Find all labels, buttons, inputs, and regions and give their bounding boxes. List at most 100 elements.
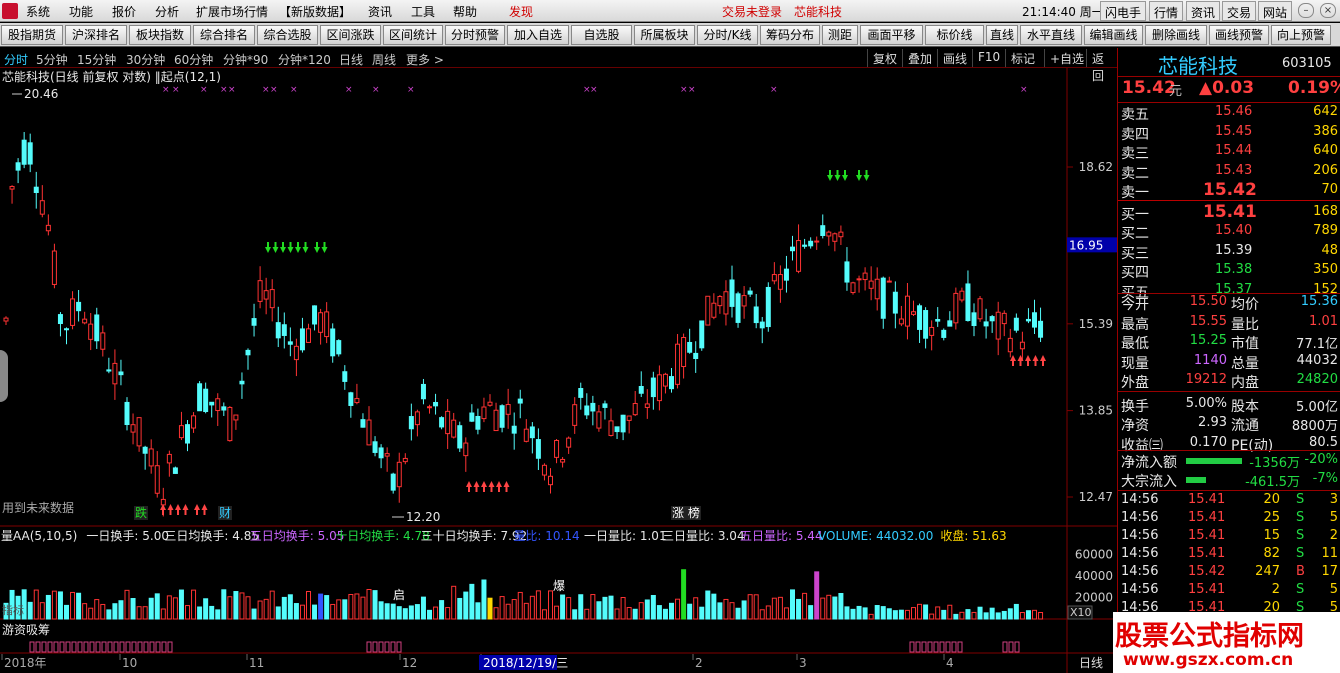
volume-bar xyxy=(1019,612,1025,620)
accumulation-bar xyxy=(101,641,107,653)
period-tab[interactable]: 分钟*90 xyxy=(223,51,268,68)
volume-bar xyxy=(892,610,898,620)
menu-news[interactable]: 资讯 xyxy=(368,3,392,20)
toolbar-button[interactable]: 区间统计 xyxy=(383,25,443,45)
minimize-icon[interactable]: – xyxy=(1298,3,1314,18)
login-status[interactable]: 交易未登录 xyxy=(722,3,782,20)
vol-indicator-label: 五日均换手: 5.05 xyxy=(250,529,345,543)
volume-bar xyxy=(360,596,366,620)
date-axis-label: 3 xyxy=(799,656,807,670)
volume-bar xyxy=(136,606,142,620)
candle-body xyxy=(632,403,638,416)
menu-function[interactable]: 功能 xyxy=(69,3,93,20)
menu-help[interactable]: 帮助 xyxy=(453,3,477,20)
volume-bar xyxy=(251,608,257,620)
toolbar-button[interactable]: 板块指数 xyxy=(129,25,191,45)
menu-new-data[interactable]: 【新版数据】 xyxy=(279,3,351,20)
period-tab[interactable]: 15分钟 xyxy=(77,51,116,68)
candle-body xyxy=(650,377,656,398)
toolbar-button[interactable]: 标价线 xyxy=(925,25,984,45)
trade-button[interactable]: 交易 xyxy=(1222,1,1257,21)
period-tab-active[interactable]: 分时 xyxy=(4,51,28,68)
candle-body xyxy=(336,340,342,355)
volume-bar xyxy=(886,608,892,620)
vol-tick-label: 60000 xyxy=(1075,548,1113,562)
website-button[interactable]: 网站 xyxy=(1258,1,1293,21)
period-tab[interactable]: 60分钟 xyxy=(174,51,213,68)
chart-tool-button[interactable]: +自选 xyxy=(1044,49,1089,67)
collapse-left-arrow-icon[interactable] xyxy=(0,350,8,402)
chart-tool-button[interactable]: 画线 xyxy=(937,49,972,67)
toolbar-button[interactable]: 画面平移 xyxy=(860,25,923,45)
menu-analysis[interactable]: 分析 xyxy=(155,3,179,20)
market-button[interactable]: 行情 xyxy=(1149,1,1184,21)
toolbar-button[interactable]: 所属板块 xyxy=(634,25,695,45)
toolbar-button[interactable]: 向上预警 xyxy=(1271,25,1331,45)
period-tab[interactable]: 分钟*120 xyxy=(278,51,331,68)
menu-tools[interactable]: 工具 xyxy=(411,3,435,20)
period-tab[interactable]: 更多 > xyxy=(406,51,444,68)
menu-quote[interactable]: 报价 xyxy=(112,3,136,20)
candle-body xyxy=(687,341,693,353)
volume-bar xyxy=(197,606,203,620)
period-tab[interactable]: 日线 xyxy=(339,51,363,68)
menu-system[interactable]: 系统 xyxy=(26,3,50,20)
stat-label: 最低 xyxy=(1121,336,1149,352)
toolbar-button[interactable]: 自选股 xyxy=(571,25,632,45)
toolbar-button[interactable]: 分时/K线 xyxy=(697,25,758,45)
toolbar-button[interactable]: 区间涨跌 xyxy=(320,25,381,45)
accumulation-bar xyxy=(113,641,119,653)
toolbar-button[interactable]: 综合排名 xyxy=(193,25,255,45)
candle-body xyxy=(977,298,983,320)
toolbar-button[interactable]: 沪深排名 xyxy=(65,25,127,45)
toolbar-button[interactable]: 画线预警 xyxy=(1209,25,1269,45)
flow-pct: -7% xyxy=(1312,471,1338,486)
arrow-stem xyxy=(162,510,164,515)
volume-bar xyxy=(166,595,172,620)
tick-count: 2 xyxy=(1329,528,1338,543)
toolbar-button[interactable]: 水平直线 xyxy=(1020,25,1082,45)
signal-x-mark: × xyxy=(270,85,278,95)
volume-bar xyxy=(856,605,862,620)
candle-body xyxy=(1038,320,1044,338)
toolbar-button[interactable]: 编辑画线 xyxy=(1084,25,1143,45)
stat-value: 15.50 xyxy=(1189,294,1227,309)
period-tab[interactable]: 5分钟 xyxy=(36,51,68,68)
candle-body xyxy=(808,240,814,247)
candle-body xyxy=(693,352,699,360)
watermark-url: www.gszx.com.cn xyxy=(1123,650,1294,670)
period-tab[interactable]: 周线 xyxy=(372,51,396,68)
volume-bar xyxy=(977,606,983,620)
close-icon[interactable]: × xyxy=(1320,3,1336,18)
toolbar-button[interactable]: 分时预警 xyxy=(445,25,505,45)
chart-tool-button[interactable]: 叠加 xyxy=(902,49,937,67)
candle-body xyxy=(517,398,523,404)
kline-chart[interactable]: 18.6216.9515.3913.8512.4716.95芯能科技(日线 前复… xyxy=(0,68,1117,673)
toolbar-button[interactable]: 直线 xyxy=(986,25,1018,45)
candle-body xyxy=(396,461,402,488)
chart-tool-button[interactable]: 返回 xyxy=(1086,49,1117,83)
book-price: 15.45 xyxy=(1215,123,1253,139)
toolbar-button[interactable]: 删除画线 xyxy=(1145,25,1207,45)
chart-tool-button[interactable]: 标记 xyxy=(1005,49,1040,67)
volume-bar xyxy=(747,594,753,620)
flash-trade-button[interactable]: 闪电手 xyxy=(1100,1,1147,21)
accumulation-bar xyxy=(83,641,89,653)
toolbar-button[interactable]: 综合选股 xyxy=(257,25,318,45)
toolbar-button[interactable]: 加入自选 xyxy=(507,25,569,45)
book-volume: 789 xyxy=(1313,223,1338,238)
info-button[interactable]: 资讯 xyxy=(1186,1,1221,21)
toolbar-button[interactable]: 测距 xyxy=(822,25,858,45)
chart-tool-button[interactable]: F10 xyxy=(972,49,1005,67)
candle-body xyxy=(1019,341,1025,350)
toolbar-button[interactable]: 筹码分布 xyxy=(760,25,820,45)
accumulation-bar xyxy=(143,641,149,653)
candle-body xyxy=(699,320,705,349)
menu-extended-market[interactable]: 扩展市场行情 xyxy=(196,3,268,20)
candle-body xyxy=(856,278,862,281)
period-tab[interactable]: 30分钟 xyxy=(126,51,165,68)
menu-discover[interactable]: 发现 xyxy=(509,3,533,20)
toolbar-button[interactable]: 股指期货 xyxy=(1,25,63,45)
chart-tool-button[interactable]: 复权 xyxy=(867,49,902,67)
candle-body xyxy=(584,405,590,416)
